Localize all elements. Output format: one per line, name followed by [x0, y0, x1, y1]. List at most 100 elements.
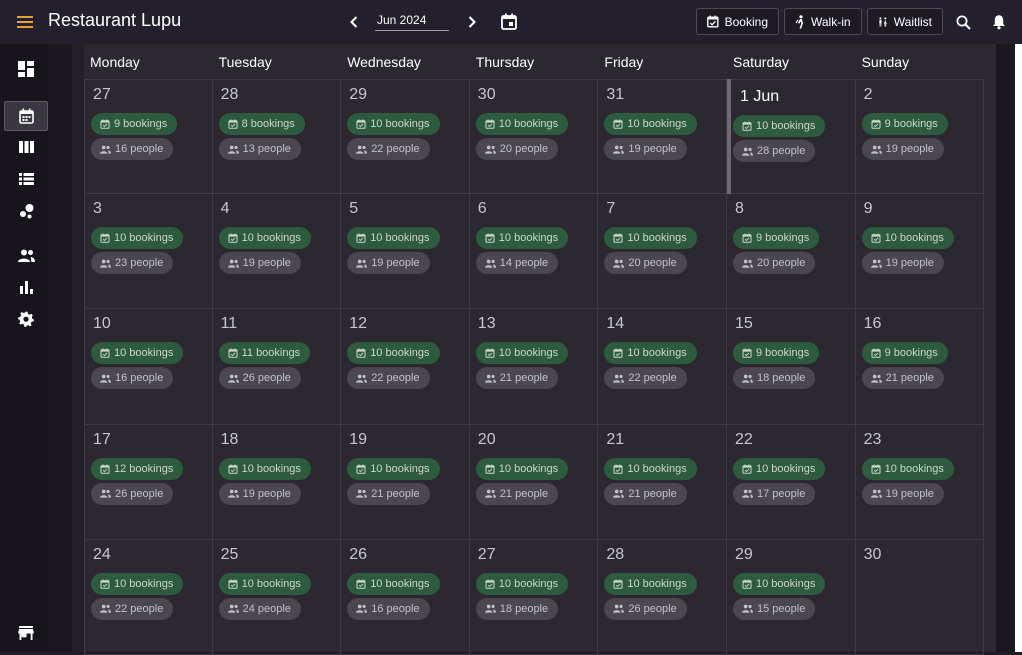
people-chip[interactable]: 22 people	[347, 138, 430, 160]
people-chip[interactable]: 15 people	[733, 597, 816, 620]
bookings-chip[interactable]: 10 bookings	[475, 227, 569, 250]
bookings-chip[interactable]: 10 bookings	[604, 113, 697, 135]
calendar-day-cell[interactable]: 10 10 bookings 16 people	[84, 309, 213, 425]
sidebar-item-store[interactable]	[4, 618, 48, 648]
bookings-chip[interactable]: 9 bookings	[733, 227, 820, 250]
bookings-chip[interactable]: 12 bookings	[91, 457, 184, 480]
calendar-day-cell[interactable]: 29 10 bookings 22 people	[341, 79, 470, 195]
bookings-chip[interactable]: 11 bookings	[218, 342, 311, 365]
bookings-chip[interactable]: 10 bookings	[733, 572, 826, 595]
people-chip[interactable]: 21 people	[347, 482, 430, 505]
calendar-day-cell[interactable]: 27 10 bookings 18 people	[469, 539, 599, 655]
calendar-day-cell[interactable]: 27 9 bookings 16 people	[84, 79, 213, 195]
calendar-day-cell[interactable]: 25 10 bookings 24 people	[212, 539, 342, 655]
bookings-chip[interactable]: 9 bookings	[861, 113, 948, 135]
people-chip[interactable]: 24 people	[218, 597, 301, 620]
people-chip[interactable]: 23 people	[91, 252, 174, 275]
calendar-day-cell[interactable]: 30 10 bookings 20 people	[469, 79, 599, 195]
bookings-chip[interactable]: 10 bookings	[475, 457, 569, 480]
calendar-day-cell[interactable]: 24 10 bookings 22 people	[84, 539, 213, 655]
people-chip[interactable]: 18 people	[475, 597, 559, 620]
bookings-chip[interactable]: 10 bookings	[475, 572, 569, 595]
bookings-chip[interactable]: 10 bookings	[604, 457, 697, 480]
calendar-day-cell[interactable]: 15 9 bookings 18 people	[727, 309, 856, 425]
people-chip[interactable]: 20 people	[604, 252, 687, 275]
sidebar-item-columns[interactable]	[4, 132, 48, 162]
bookings-chip[interactable]: 9 bookings	[91, 113, 178, 135]
people-chip[interactable]: 19 people	[218, 252, 301, 275]
calendar-day-cell[interactable]: 2 9 bookings 19 people	[855, 79, 985, 195]
sidebar-item-guests[interactable]	[4, 240, 48, 270]
people-chip[interactable]: 26 people	[91, 482, 174, 505]
calendar-day-cell[interactable]: 29 10 bookings 15 people	[727, 539, 856, 655]
people-chip[interactable]: 20 people	[475, 138, 559, 160]
calendar-day-cell[interactable]: 13 10 bookings 21 people	[469, 309, 599, 425]
search-icon[interactable]	[952, 11, 974, 33]
calendar-day-cell[interactable]: 9 10 bookings 19 people	[855, 194, 985, 310]
calendar-day-cell[interactable]: 20 10 bookings 21 people	[469, 424, 599, 540]
people-chip[interactable]: 20 people	[733, 252, 816, 275]
bookings-chip[interactable]: 8 bookings	[218, 113, 305, 135]
people-chip[interactable]: 19 people	[861, 138, 944, 160]
calendar-day-cell[interactable]: 4 10 bookings 19 people	[212, 194, 342, 310]
calendar-day-cell[interactable]: 23 10 bookings 19 people	[855, 424, 985, 540]
bookings-chip[interactable]: 10 bookings	[347, 113, 440, 135]
walk-in-button[interactable]: Walk-in	[784, 8, 862, 35]
bookings-chip[interactable]: 10 bookings	[861, 457, 954, 480]
waitlist-button[interactable]: Waitlist	[867, 8, 943, 35]
calendar-day-cell[interactable]: 8 9 bookings 20 people	[727, 194, 856, 310]
people-chip[interactable]: 21 people	[861, 367, 944, 390]
bookings-chip[interactable]: 10 bookings	[733, 115, 826, 137]
calendar-day-cell[interactable]: 30	[855, 539, 985, 655]
bookings-chip[interactable]: 10 bookings	[604, 342, 697, 365]
bookings-chip[interactable]: 10 bookings	[475, 113, 569, 135]
calendar-day-cell[interactable]: 7 10 bookings 20 people	[598, 194, 727, 310]
sidebar-item-dashboard[interactable]	[4, 54, 48, 84]
calendar-day-cell[interactable]: 19 10 bookings 21 people	[341, 424, 470, 540]
menu-icon[interactable]	[12, 9, 38, 35]
month-input[interactable]	[375, 10, 449, 31]
people-chip[interactable]: 28 people	[733, 140, 816, 162]
calendar-day-cell[interactable]: 12 10 bookings 22 people	[341, 309, 470, 425]
people-chip[interactable]: 21 people	[604, 482, 687, 505]
sidebar-item-reports[interactable]	[4, 272, 48, 302]
people-chip[interactable]: 19 people	[861, 482, 944, 505]
people-chip[interactable]: 19 people	[604, 138, 687, 160]
people-chip[interactable]: 21 people	[475, 367, 559, 390]
bookings-chip[interactable]: 10 bookings	[218, 227, 311, 250]
calendar-day-cell[interactable]: 11 11 bookings 26 people	[212, 309, 342, 425]
calendar-day-cell[interactable]: 3 10 bookings 23 people	[84, 194, 213, 310]
bookings-chip[interactable]: 10 bookings	[604, 572, 697, 595]
calendar-day-cell[interactable]: 21 10 bookings 21 people	[598, 424, 727, 540]
people-chip[interactable]: 16 people	[91, 367, 174, 390]
people-chip[interactable]: 22 people	[347, 367, 430, 390]
sidebar-item-floor-plan[interactable]	[4, 196, 48, 226]
calendar-day-cell[interactable]: 6 10 bookings 14 people	[469, 194, 599, 310]
bookings-chip[interactable]: 10 bookings	[347, 227, 440, 250]
people-chip[interactable]: 16 people	[347, 597, 430, 620]
notifications-bell-icon[interactable]	[988, 11, 1010, 33]
next-month-button[interactable]	[462, 11, 482, 33]
people-chip[interactable]: 22 people	[604, 367, 687, 390]
previous-month-button[interactable]	[344, 11, 364, 33]
bookings-chip[interactable]: 9 bookings	[733, 342, 820, 365]
calendar-day-cell[interactable]: 18 10 bookings 19 people	[212, 424, 342, 540]
calendar-day-cell[interactable]: 28 10 bookings 26 people	[598, 539, 727, 655]
bookings-chip[interactable]: 10 bookings	[347, 457, 440, 480]
people-chip[interactable]: 19 people	[861, 252, 944, 275]
people-chip[interactable]: 14 people	[475, 252, 559, 275]
people-chip[interactable]: 21 people	[475, 482, 559, 505]
sidebar-item-calendar[interactable]	[4, 101, 48, 131]
bookings-chip[interactable]: 10 bookings	[604, 227, 697, 250]
sidebar-item-list[interactable]	[4, 164, 48, 194]
bookings-chip[interactable]: 10 bookings	[91, 572, 184, 595]
calendar-day-cell[interactable]: 1 Jun 10 bookings 28 people	[727, 79, 856, 195]
scrollbar[interactable]	[1015, 44, 1022, 652]
people-chip[interactable]: 17 people	[733, 482, 816, 505]
bookings-chip[interactable]: 10 bookings	[91, 342, 184, 365]
people-chip[interactable]: 16 people	[91, 138, 174, 160]
calendar-day-cell[interactable]: 28 8 bookings 13 people	[212, 79, 342, 195]
people-chip[interactable]: 13 people	[218, 138, 301, 160]
people-chip[interactable]: 26 people	[604, 597, 687, 620]
calendar-day-cell[interactable]: 16 9 bookings 21 people	[855, 309, 985, 425]
